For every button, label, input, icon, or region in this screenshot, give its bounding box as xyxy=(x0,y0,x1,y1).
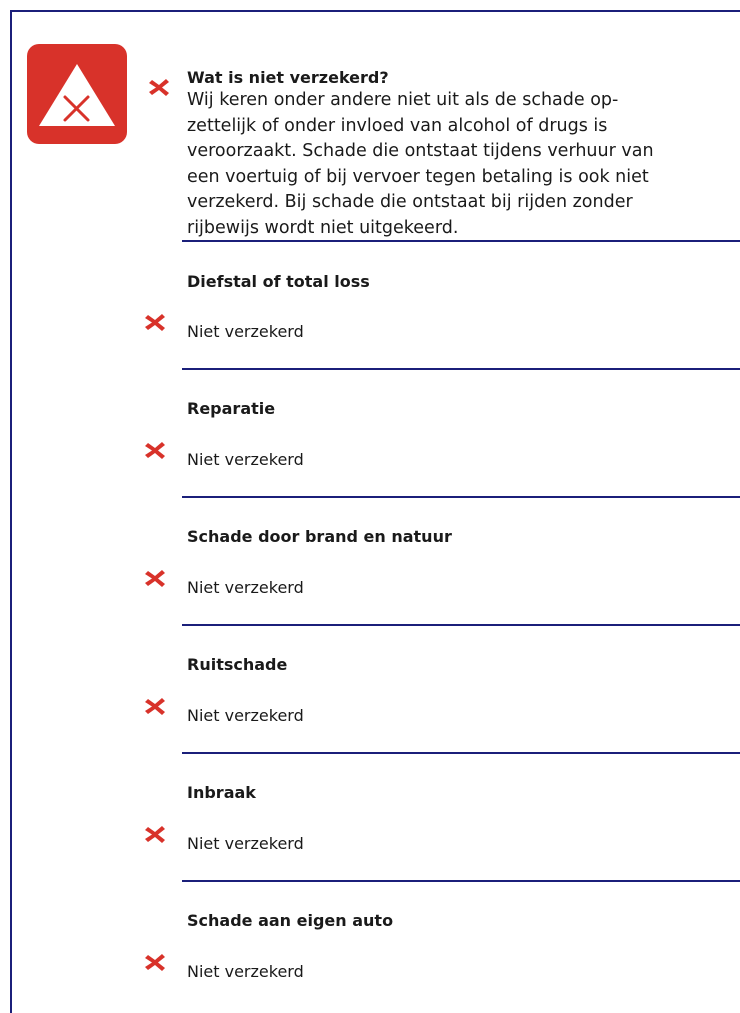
cross-icon xyxy=(145,314,165,331)
section-status-eigen-auto: Niet verzekerd xyxy=(187,962,304,981)
section-title-brand-natuur: Schade door brand en natuur xyxy=(187,527,452,546)
section-divider xyxy=(182,240,740,242)
section-title-reparatie: Reparatie xyxy=(187,399,276,418)
section-status-reparatie: Niet verzekerd xyxy=(187,450,304,469)
cross-icon xyxy=(145,826,165,843)
warning-triangle-x-icon xyxy=(27,44,127,144)
cross-icon xyxy=(149,79,169,96)
cross-icon xyxy=(145,954,165,971)
section-divider xyxy=(182,752,740,754)
section-title-ruitschade: Ruitschade xyxy=(187,655,288,674)
page-title: Wat is niet verzekerd? xyxy=(187,68,389,87)
section-status-diefstal: Niet verzekerd xyxy=(187,322,304,341)
section-title-diefstal: Diefstal of total loss xyxy=(187,272,370,291)
section-status-ruitschade: Niet verzekerd xyxy=(187,706,304,725)
section-divider xyxy=(182,496,740,498)
cross-icon xyxy=(145,698,165,715)
cross-icon xyxy=(145,570,165,587)
section-divider xyxy=(182,368,740,370)
section-title-eigen-auto: Schade aan eigen auto xyxy=(187,911,394,930)
section-divider xyxy=(182,624,740,626)
exclusions-text: Wij keren onder andere niet uit als de s… xyxy=(187,90,654,238)
section-title-inbraak: Inbraak xyxy=(187,783,256,802)
cross-icon xyxy=(145,442,165,459)
section-status-inbraak: Niet verzekerd xyxy=(187,834,304,853)
section-divider xyxy=(182,880,740,882)
section-status-brand-natuur: Niet verzekerd xyxy=(187,578,304,597)
